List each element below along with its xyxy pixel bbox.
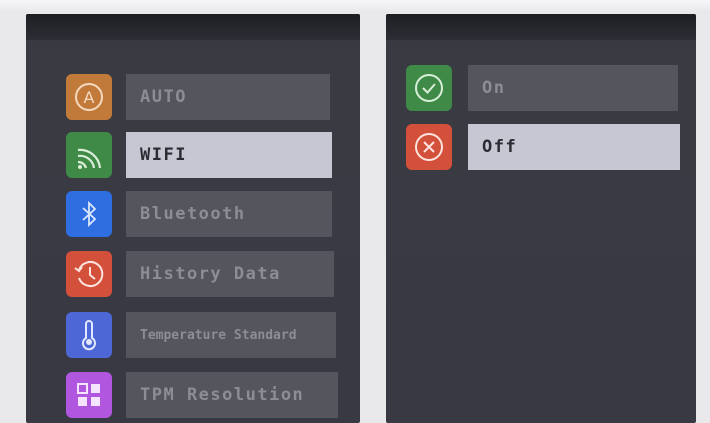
history-icon (66, 251, 112, 297)
wifi-options-menu: On Off (386, 14, 696, 423)
check-circle-icon (406, 65, 452, 111)
x-circle-icon (406, 124, 452, 170)
wifi-setting-screen: On Off (386, 14, 696, 423)
menu-item-label: History Data (126, 251, 334, 297)
menu-item-label: Temperature Standard (126, 312, 336, 358)
menu-item-label: Bluetooth (126, 191, 332, 237)
thermometer-icon (66, 312, 112, 358)
grid-icon (66, 372, 112, 418)
background (0, 0, 710, 12)
settings-screen-left: A AUTO WIFI Bluetooth History Data Tempe… (26, 14, 360, 423)
bluetooth-icon (66, 191, 112, 237)
menu-item-label: TPM Resolution (126, 372, 338, 418)
menu-item-label: AUTO (126, 74, 330, 120)
wifi-icon (66, 132, 112, 178)
svg-text:A: A (84, 88, 95, 107)
auto-icon: A (66, 74, 112, 120)
settings-menu: A AUTO WIFI Bluetooth History Data Tempe… (26, 14, 360, 423)
option-label: Off (468, 124, 680, 170)
menu-item-label: WIFI (126, 132, 332, 178)
option-label: On (468, 65, 678, 111)
